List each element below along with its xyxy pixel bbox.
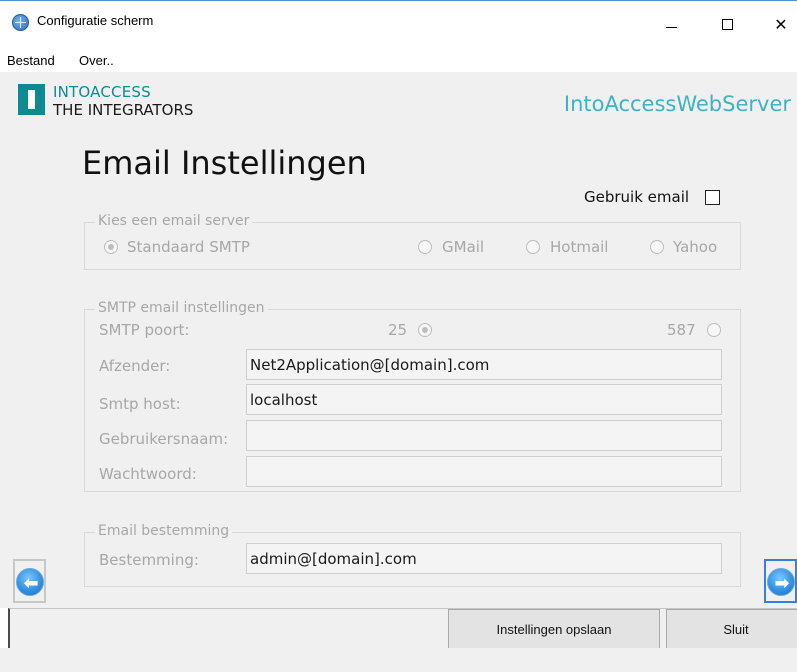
- password-label: Wachtwoord:: [99, 465, 197, 483]
- menu-item-over[interactable]: Over..: [79, 53, 114, 68]
- minimize-icon: [665, 26, 677, 28]
- username-input[interactable]: [246, 420, 722, 451]
- sender-input[interactable]: Net2Application@[domain].com: [246, 349, 722, 380]
- logo-text-top: INTOACCESS: [53, 83, 151, 101]
- arrow-right-icon: ➡: [767, 568, 795, 596]
- close-button[interactable]: Sluit: [666, 609, 797, 649]
- maximize-icon: [721, 18, 733, 30]
- minimize-button[interactable]: [648, 1, 694, 47]
- radio-label-yahoo: Yahoo: [673, 238, 718, 256]
- group-legend: Kies een email server: [95, 213, 253, 229]
- radio-label-standaard-smtp: Standaard SMTP: [127, 238, 250, 256]
- username-label: Gebruikersnaam:: [99, 430, 229, 448]
- bottom-bar: Instellingen opslaan Sluit: [8, 608, 797, 649]
- use-email-checkbox[interactable]: [705, 190, 720, 205]
- destination-label: Bestemming:: [99, 551, 199, 569]
- radio-gmail[interactable]: [418, 240, 432, 254]
- smtp-port-label: SMTP poort:: [99, 321, 190, 339]
- group-legend: Email bestemming: [95, 523, 233, 539]
- radio-port-587[interactable]: [707, 323, 721, 337]
- maximize-button[interactable]: [704, 1, 750, 47]
- window-footer-area: [0, 648, 797, 672]
- radio-port-25[interactable]: [418, 323, 432, 337]
- main-panel: Email Instellingen Gebruik email Kies ee…: [0, 124, 797, 608]
- page-title: Email Instellingen: [82, 144, 367, 182]
- header-band: INTOACCESS THE INTEGRATORS IntoAccessWeb…: [0, 72, 797, 124]
- port-587-label: 587: [667, 321, 696, 339]
- destination-input[interactable]: admin@[domain].com: [246, 543, 722, 574]
- close-window-button[interactable]: ✕: [758, 1, 797, 47]
- password-input[interactable]: [246, 456, 722, 487]
- radio-standaard-smtp[interactable]: [104, 240, 118, 254]
- logo-text-bottom: THE INTEGRATORS: [53, 101, 194, 119]
- title-bar: Configuratie scherm ✕: [0, 0, 797, 46]
- arrow-left-icon: ⬅: [16, 568, 44, 596]
- group-legend: SMTP email instellingen: [95, 300, 268, 316]
- close-icon: ✕: [774, 14, 788, 34]
- use-email-label: Gebruik email: [584, 188, 690, 206]
- globe-icon: [12, 14, 29, 31]
- sender-label: Afzender:: [99, 357, 171, 375]
- port-25-label: 25: [388, 321, 408, 339]
- save-settings-button[interactable]: Instellingen opslaan: [448, 609, 660, 649]
- menu-bar: Bestand Over..: [0, 50, 797, 72]
- radio-label-gmail: GMail: [442, 238, 485, 256]
- back-button[interactable]: ⬅: [13, 559, 46, 603]
- radio-yahoo[interactable]: [650, 240, 664, 254]
- window-title: Configuratie scherm: [37, 13, 154, 28]
- smtp-host-input[interactable]: localhost: [246, 384, 722, 415]
- smtp-host-label: Smtp host:: [99, 395, 181, 413]
- radio-label-hotmail: Hotmail: [550, 238, 609, 256]
- radio-hotmail[interactable]: [526, 240, 540, 254]
- forward-button[interactable]: ➡: [764, 559, 797, 603]
- menu-item-bestand[interactable]: Bestand: [7, 53, 55, 68]
- app-name: IntoAccessWebServer: [563, 92, 791, 116]
- intoaccess-logo: [18, 84, 45, 115]
- email-server-group: Kies een email server Standaard SMTP GMa…: [84, 213, 741, 270]
